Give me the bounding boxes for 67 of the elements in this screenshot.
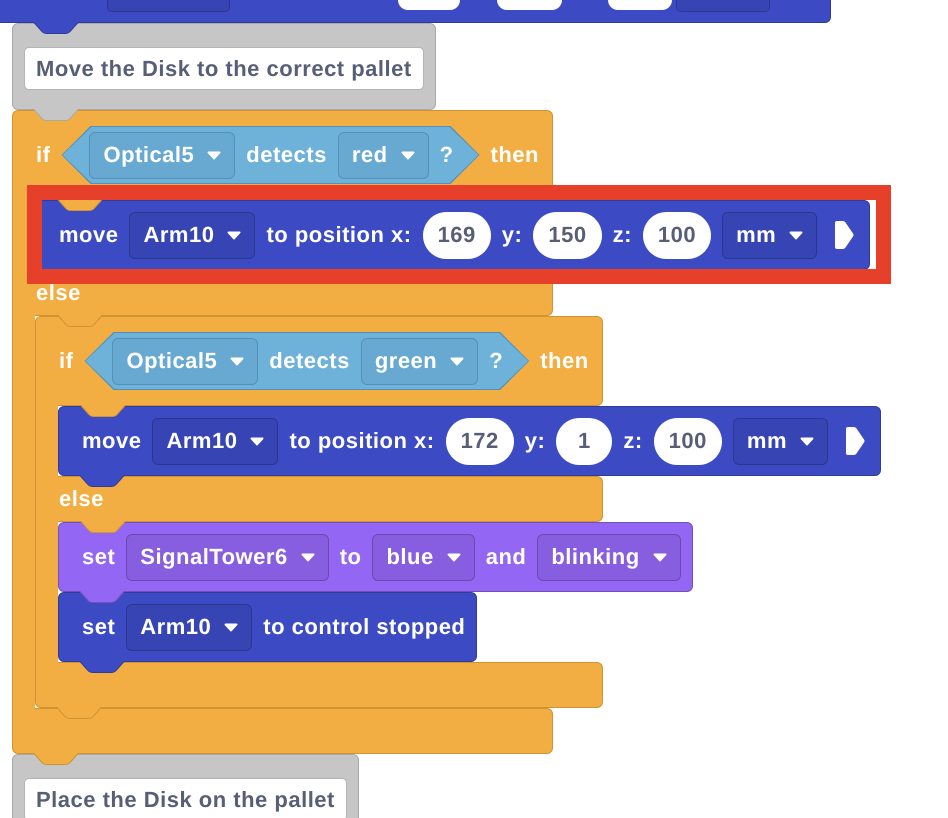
block-label: else [59,486,104,512]
number-input[interactable]: 169 [422,212,491,258]
connector-tab [33,22,79,34]
dropdown[interactable]: mm [732,418,828,464]
block-label: z: [612,222,632,248]
dropdown[interactable]: blue [372,534,475,580]
play-icon[interactable] [834,220,854,250]
block-label: then [490,142,539,168]
play-icon[interactable] [845,426,866,456]
connector-tab [79,661,125,673]
dropdown[interactable]: Arm10 [129,212,256,258]
dropdown[interactable]: blinking [537,534,681,580]
block-label: move [59,222,118,248]
caret-icon [400,150,415,160]
block-label: set [82,544,116,570]
block-label: y: [502,222,522,248]
block-label: then [540,348,589,374]
comment-field[interactable]: Move the Disk to the correct pallet [24,47,424,90]
block-label: ? [489,348,504,374]
block-label: to [340,544,362,570]
block-label: to control stopped [263,614,466,640]
block-label: z: [623,428,643,454]
dropdown[interactable]: Arm10 [126,604,252,650]
caret-icon [789,230,804,240]
block-label: and [486,544,526,570]
caret-icon [450,356,464,366]
caret-icon [446,552,461,562]
number-input[interactable]: 100 [642,212,712,258]
caret-icon [300,552,315,562]
caret-icon [230,356,244,366]
connector-tab [33,753,79,765]
block-label: detects [246,142,327,168]
number-input[interactable]: 172 [446,418,514,464]
block-label: y: [524,428,546,454]
connector-tab [57,315,103,327]
caret-icon [207,150,222,160]
connector-tab [33,109,79,121]
block-label: else [36,280,81,306]
block-label: if [59,348,74,374]
connector-tab [79,591,125,603]
comment-block[interactable]: Place the Disk on the pallet [12,754,359,818]
caret-icon [800,436,814,446]
connector-tab [79,475,125,487]
block-label: move [82,428,142,454]
block-label: ? [440,142,454,168]
number-input[interactable] [398,0,460,10]
dropdown[interactable]: mm [722,212,818,258]
dropdown[interactable]: SignalTower6 [126,534,329,580]
connector-tab [80,405,126,417]
caret-icon [250,436,264,446]
number-input[interactable]: 100 [654,418,722,464]
block-label: to position x: [266,222,412,248]
dropdown[interactable]: Arm10 [152,418,278,464]
block-label: detects [269,348,350,374]
number-input[interactable] [497,0,562,10]
caret-icon [224,622,238,632]
number-input[interactable]: 1 [556,418,612,464]
block-label: to position x: [289,428,435,454]
number-input[interactable] [608,0,672,10]
block-label: if [36,142,50,168]
caret-icon [227,230,242,240]
block-label: set [82,614,116,640]
connector-tab [80,521,126,533]
caret-icon [652,552,667,562]
number-input[interactable]: 150 [533,212,602,258]
connector-tab [56,707,102,719]
comment-field[interactable]: Place the Disk on the pallet [24,778,347,818]
